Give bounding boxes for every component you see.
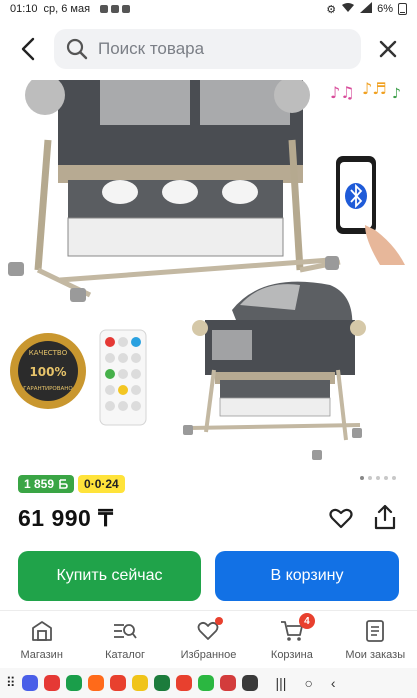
orders-icon — [366, 620, 385, 642]
svg-text:♪♫: ♪♫ — [330, 83, 355, 102]
back-arrow-icon — [21, 37, 35, 61]
installment-badge: 0·0·24 — [78, 475, 125, 493]
product-price: 61 990 ₸ — [18, 505, 114, 531]
carousel-indicator — [360, 476, 396, 480]
points-badge: 1 859 — [18, 475, 75, 493]
system-navigation-bar: ⠿ ||| ○ ‹ — [0, 668, 417, 698]
recent-apps-button[interactable]: ||| — [276, 675, 287, 691]
status-date: ср, 6 мая — [43, 3, 91, 15]
carousel-dot — [384, 476, 388, 480]
nav-label: Корзина — [270, 649, 313, 661]
product-image[interactable]: ♪♫ ♪♬ ♪ КАЧЕСТВО 100% ГАРАНТИРОВАНО — [0, 80, 417, 475]
nav-item-cart[interactable]: 4 Корзина — [252, 611, 332, 668]
carousel-dot — [376, 476, 380, 480]
shop-icon — [31, 621, 52, 641]
back-button[interactable] — [12, 29, 44, 69]
svg-text:♪♬: ♪♬ — [362, 80, 387, 98]
svg-text:ГАРАНТИРОВАНО: ГАРАНТИРОВАНО — [23, 386, 73, 392]
nav-item-favorites[interactable]: Избранное — [168, 611, 248, 668]
points-value: 1 859 — [24, 477, 55, 491]
search-input[interactable]: Поиск товара — [54, 29, 361, 69]
carousel-dot — [368, 476, 372, 480]
app-icon[interactable] — [175, 675, 192, 691]
crib-canopy-image — [183, 281, 366, 460]
home-button[interactable]: ○ — [304, 675, 312, 691]
status-time: 01:10 — [10, 3, 38, 15]
nav-label: Избранное — [180, 649, 237, 661]
notification-icons — [100, 5, 131, 13]
app-icon[interactable] — [219, 675, 236, 691]
settings-icon: ⚙ — [326, 3, 337, 16]
battery-icon — [398, 3, 407, 15]
app-icon[interactable] — [65, 675, 82, 691]
cart-count-badge: 4 — [298, 613, 315, 629]
bottom-navigation: Магазин Каталог Избранное 4 Корзина Мои … — [0, 610, 417, 668]
favorite-button[interactable] — [328, 505, 356, 533]
catalog-icon — [114, 624, 137, 639]
system-back-button[interactable]: ‹ — [331, 675, 336, 691]
app-icon[interactable] — [131, 675, 148, 691]
apps-grid-icon[interactable]: ⠿ — [6, 675, 16, 691]
close-button[interactable] — [371, 29, 405, 69]
add-to-cart-button[interactable]: В корзину — [215, 551, 399, 601]
search-header: Поиск товара — [0, 18, 417, 80]
nav-item-orders[interactable]: Мои заказы — [335, 611, 415, 668]
app-icon[interactable] — [241, 675, 258, 691]
music-notes-icon: ♪♫ ♪♬ ♪ — [330, 80, 401, 102]
buy-now-button[interactable]: Купить сейчас — [18, 551, 201, 601]
share-icon — [374, 504, 396, 530]
search-icon — [66, 38, 88, 60]
nav-label: Магазин — [20, 649, 63, 661]
nav-item-shop[interactable]: Магазин — [2, 611, 82, 668]
signal-icon — [360, 2, 373, 16]
crib-main-image — [8, 80, 341, 302]
carousel-dot — [392, 476, 396, 480]
app-icon[interactable] — [153, 675, 170, 691]
nav-label: Мои заказы — [345, 649, 406, 661]
share-button[interactable] — [372, 503, 400, 533]
carousel-dot — [360, 476, 364, 480]
svg-text:♪: ♪ — [392, 86, 401, 102]
notification-dot — [215, 617, 224, 625]
quality-badge-image: КАЧЕСТВО 100% ГАРАНТИРОВАНО — [10, 333, 86, 409]
bonus-icon — [59, 479, 68, 489]
app-icon[interactable] — [21, 675, 38, 691]
phone-bluetooth-image — [336, 156, 405, 265]
product-badges: 1 859 0·0·24 — [18, 475, 125, 493]
search-placeholder: Поиск товара — [98, 39, 205, 58]
svg-text:100%: 100% — [29, 365, 66, 379]
app-icon[interactable] — [109, 675, 126, 691]
close-icon — [379, 40, 397, 58]
svg-text:КАЧЕСТВО: КАЧЕСТВО — [29, 349, 68, 357]
nav-item-catalog[interactable]: Каталог — [85, 611, 165, 668]
app-icon[interactable] — [197, 675, 214, 691]
remote-control-image — [99, 329, 147, 426]
heart-icon — [329, 508, 353, 529]
app-icon[interactable] — [87, 675, 104, 691]
nav-label: Каталог — [105, 649, 146, 661]
wifi-icon — [341, 2, 355, 16]
app-icon[interactable] — [43, 675, 60, 691]
battery-text: 6% — [377, 3, 393, 15]
status-bar: 01:10 ср, 6 мая ⚙ 6% — [0, 0, 417, 18]
